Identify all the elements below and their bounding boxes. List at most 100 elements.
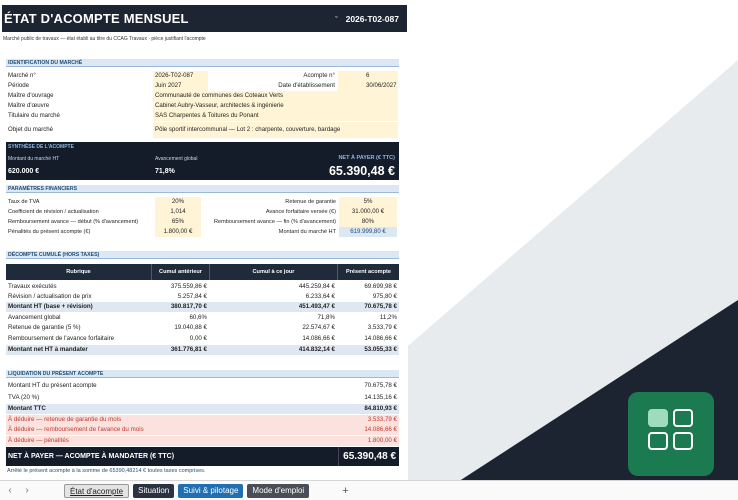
cumul-a-ce-jour: 445.259,84 € — [298, 283, 335, 290]
table-row: Travaux exécutés 375.559,86 € 445.259,84 €… — [6, 282, 399, 292]
identification-value-secondary[interactable]: 30/06/2027 — [338, 81, 398, 91]
tab-situation[interactable]: Situation — [133, 483, 175, 498]
table-row: Révision / actualisation de prix 5.257,84… — [6, 292, 399, 302]
parameter-value-secondary[interactable]: 31.000,00 € — [339, 207, 397, 217]
cumul-anterieur: 19.040,88 € — [174, 324, 207, 331]
final-amount-bar: NET À PAYER — ACOMPTE À MANDATER (€ TTC)… — [6, 447, 399, 466]
cumul-a-ce-jour: 451.493,47 € — [298, 303, 335, 310]
identification-value[interactable]: Juin 2027 — [153, 81, 208, 91]
final-amount-label: NET À PAYER — ACOMPTE À MANDATER (€ TTC) — [8, 453, 175, 460]
liquidation-label: Montant TTC — [8, 405, 46, 412]
tab-suivi-pilotage[interactable]: Suivi & pilotage — [178, 483, 244, 498]
cumul-anterieur: 361.776,81 € — [170, 346, 207, 353]
add-sheet-icon[interactable]: + — [337, 484, 353, 498]
progress-label: Avancement global — [155, 156, 198, 162]
spreadsheet-sheet: ÉTAT D'ACOMPTE MENSUEL ° 2026-T02-087 Ma… — [0, 0, 408, 480]
liquidation-label: TVA (20 %) — [8, 394, 40, 401]
row-label: Montant HT (base + révision) — [8, 303, 93, 310]
document-subtitle: Marché public de travaux — état établi a… — [3, 36, 206, 42]
identification-label: Période — [8, 82, 30, 89]
present-acompte: 3.533,79 € — [367, 324, 397, 331]
parameter-value[interactable]: 65% — [155, 217, 201, 227]
row-label: Remboursement de l'avance forfaitaire — [8, 335, 115, 342]
column-header-rubrique: Rubrique — [66, 269, 91, 275]
reference-symbol: ° — [335, 15, 338, 22]
parameter-label-secondary: Remboursement avance — fin (% d'avanceme… — [213, 219, 336, 225]
identification-label: Objet du marché — [8, 126, 54, 133]
liquidation-value: 14.086,66 € — [364, 426, 397, 433]
list-item: TVA (20 %) 14.135,16 € — [6, 393, 399, 403]
liquidation-label: À déduire — remboursement de l'avance du… — [8, 426, 144, 433]
synthesis-title: SYNTHÈSE DE L'ACOMPTE — [8, 144, 74, 150]
row-label: Travaux exécutés — [8, 283, 57, 290]
table-row: Avancement global 60,6% 71,8% 11,2% — [6, 313, 399, 323]
parameter-value-secondary[interactable]: 5% — [339, 197, 397, 207]
identification-value[interactable]: Communauté de communes des Coteaux Verts — [153, 91, 398, 101]
sheet-tab-bar: ‹ › État d'acompte Situation Suivi & pil… — [0, 480, 738, 500]
cumul-a-ce-jour: 414.832,14 € — [298, 346, 335, 353]
present-acompte: 14.086,66 € — [364, 335, 397, 342]
parameter-label-secondary: Retenue de garantie — [285, 199, 336, 205]
identification-label-secondary: Acompte n° — [303, 72, 335, 79]
chevron-right-icon[interactable]: › — [20, 485, 34, 496]
section-financial-parameters: PARAMÈTRES FINANCIERS — [6, 185, 399, 193]
cumul-a-ce-jour: 14.086,66 € — [302, 335, 335, 342]
statement-table-header: Rubrique Cumul antérieur Cumul à ce jour… — [6, 264, 399, 280]
cumul-a-ce-jour: 22.574,67 € — [302, 324, 335, 331]
column-header-current: Présent acompte — [337, 264, 399, 280]
parameter-value[interactable]: 1.800,00 € — [155, 227, 201, 237]
reference-number: 2026-T02-087 — [345, 13, 399, 24]
table-row: Retenue de garantie (5 %) 19.040,88 € 22.5… — [6, 323, 399, 333]
parameter-label: Taux de TVA — [8, 199, 40, 205]
parameter-label: Remboursement avance — début (% d'avance… — [8, 219, 139, 225]
liquidation-value: 84.810,93 € — [364, 405, 397, 412]
net-to-pay-label: NET À PAYER (€ TTC) — [338, 155, 395, 161]
liquidation-label: À déduire — pénalités — [8, 437, 69, 444]
parameter-value-secondary[interactable]: 80% — [339, 217, 397, 227]
parameter-value[interactable]: 1,014 — [155, 207, 201, 217]
synthesis-panel: SYNTHÈSE DE L'ACOMPTE Montant du marché … — [6, 142, 399, 180]
present-acompte: 53.055,33 € — [364, 346, 397, 353]
section-cumulative-statement: DÉCOMPTE CUMULÉ (HORS TAXES) — [6, 251, 399, 259]
column-header-to-date: Cumul à ce jour — [209, 264, 337, 280]
identification-label-secondary: Date d'établissement — [278, 82, 335, 89]
chevron-left-icon[interactable]: ‹ — [3, 485, 17, 496]
parameter-label-secondary: Montant du marché HT — [278, 229, 336, 235]
contract-amount-value: 620.000 € — [8, 168, 40, 175]
contract-amount-label: Montant du marché HT — [8, 156, 60, 162]
table-row: Montant net HT à mandater 361.776,81 € 414… — [6, 345, 399, 355]
tab-etat-acompte[interactable]: État d'acompte — [64, 483, 130, 498]
section-liquidation: LIQUIDATION DU PRÉSENT ACOMPTE — [6, 370, 399, 378]
cumul-anterieur: 0,00 € — [189, 335, 207, 342]
app-grid-icon — [628, 392, 714, 476]
liquidation-value: 1.800,00 € — [367, 437, 397, 444]
parameter-label: Pénalités du présent acompte (€) — [8, 229, 91, 235]
section-identification: IDENTIFICATION DU MARCHÉ — [6, 59, 399, 67]
cumul-a-ce-jour: 71,8% — [317, 314, 335, 321]
tab-mode-emploi[interactable]: Mode d'emploi — [247, 483, 310, 498]
list-item: À déduire — pénalités 1.800,00 € — [6, 436, 399, 446]
cumul-anterieur: 5.257,84 € — [177, 293, 207, 300]
cumul-a-ce-jour: 6.233,64 € — [305, 293, 335, 300]
identification-value[interactable]: 2026-T02-087 — [153, 71, 208, 81]
footer-note: Arrêté le présent acompte à la somme de … — [7, 468, 206, 474]
liquidation-label: Montant HT du présent acompte — [8, 382, 97, 389]
row-label: Retenue de garantie (5 %) — [8, 324, 81, 331]
row-label: Révision / actualisation de prix — [8, 293, 92, 300]
cumul-anterieur: 380.817,70 € — [170, 303, 207, 310]
parameter-label-secondary: Avance forfaitaire versée (€) — [265, 209, 336, 215]
identification-value[interactable]: SAS Charpentes & Toitures du Ponant — [153, 111, 398, 121]
page-title: ÉTAT D'ACOMPTE MENSUEL — [4, 11, 189, 26]
list-item: À déduire — retenue de garantie du mois 3… — [6, 415, 399, 425]
parameter-value-secondary[interactable]: 619.999,80 € — [339, 227, 397, 237]
identification-label: Maître d'œuvre — [8, 102, 50, 109]
row-label: Montant net HT à mandater — [8, 346, 88, 353]
cumul-anterieur: 60,6% — [189, 314, 207, 321]
parameter-value[interactable]: 20% — [155, 197, 201, 207]
identification-value[interactable]: Pôle sportif intercommunal — Lot 2 : cha… — [153, 122, 398, 138]
progress-value: 71,8% — [155, 168, 175, 175]
liquidation-value: 70.675,78 € — [364, 382, 397, 389]
identification-value-secondary[interactable]: 6 — [338, 71, 398, 81]
row-label: Avancement global — [8, 314, 61, 321]
identification-value[interactable]: Cabinet Aubry-Vasseur, architectes & ing… — [153, 101, 398, 111]
